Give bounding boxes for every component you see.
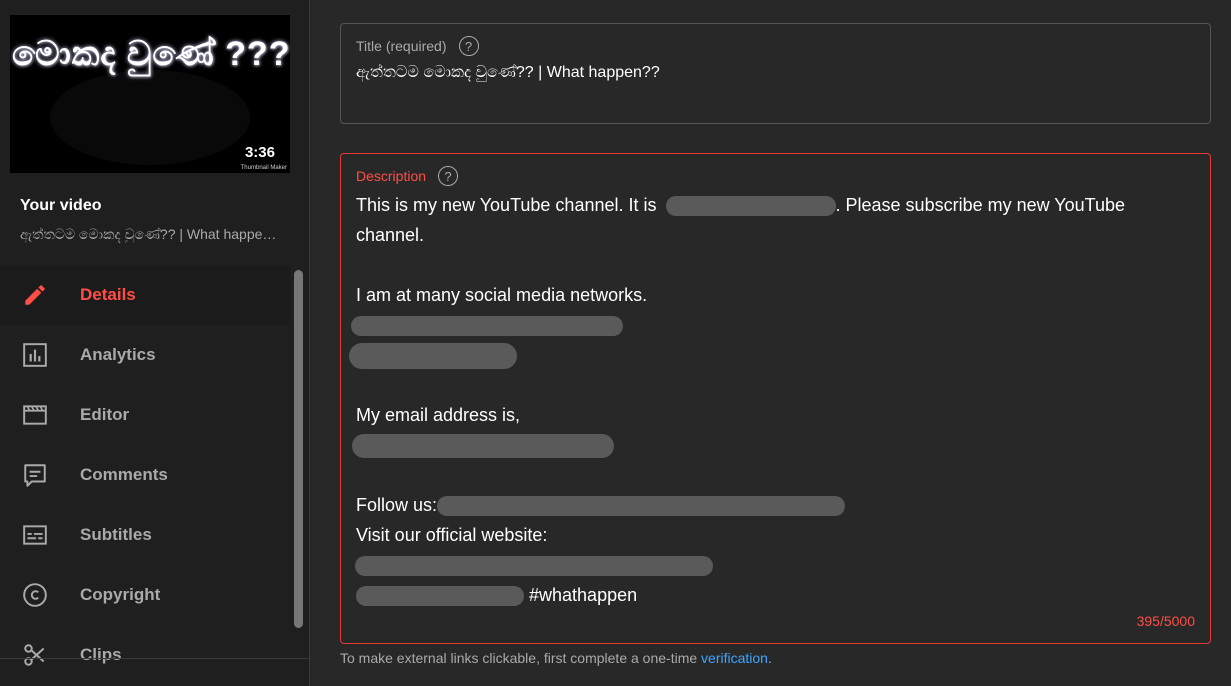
description-blank-line — [356, 460, 1196, 490]
description-line: channel. — [356, 225, 425, 245]
description-line — [349, 340, 1196, 370]
thumbnail-maker-watermark: Thumbnail Maker — [240, 165, 287, 171]
description-text: This is my new YouTube channel. It is — [356, 195, 657, 215]
description-text: Follow us: — [356, 495, 438, 515]
description-line: I am at many social media networks. — [356, 285, 648, 305]
help-icon[interactable]: ? — [438, 166, 459, 186]
description-input[interactable]: This is my new YouTube channel. It is . … — [349, 190, 1196, 610]
description-field[interactable]: Description ? This is my new YouTube cha… — [340, 153, 1211, 644]
redacted-text — [349, 343, 517, 370]
title-label-text: Title (required) — [356, 38, 447, 54]
help-icon[interactable]: ? — [458, 36, 479, 56]
sidebar: මොකද වුණේ ??? 3:36 Thumbnail Maker Your … — [0, 0, 310, 686]
description-text: . Please subscribe my new YouTube — [835, 195, 1126, 215]
your-video-heading: Your video — [20, 197, 102, 214]
sidebar-video-title: ඇත්තටම මොකද වුණේ?? | What happe… — [20, 226, 277, 242]
description-blank-line — [356, 250, 1196, 280]
sidebar-item-label: Analytics — [80, 345, 156, 364]
description-line: Visit our official website: — [356, 525, 548, 545]
description-line: Follow us: — [356, 490, 1196, 520]
redacted-text — [437, 496, 846, 517]
description-line — [352, 430, 1196, 460]
sidebar-item-label: Clips — [80, 645, 122, 664]
sidebar-scrollbar[interactable] — [294, 270, 303, 628]
character-count: 395/5000 — [1136, 613, 1195, 629]
subtitles-icon — [21, 521, 49, 549]
verification-link[interactable]: verification — [701, 650, 768, 666]
description-label-text: Description — [356, 168, 427, 184]
sidebar-item-copyright[interactable]: Copyright — [0, 565, 290, 625]
title-field[interactable]: Title (required) ? ඇත්තටම මොකද වුණේ?? | … — [340, 23, 1211, 124]
description-line — [355, 550, 1196, 580]
analytics-icon — [21, 341, 49, 369]
sidebar-item-analytics[interactable]: Analytics — [0, 325, 290, 385]
sidebar-item-editor[interactable]: Editor — [0, 385, 290, 445]
description-line: #whathappen — [356, 580, 1196, 610]
video-thumbnail[interactable]: මොකද වුණේ ??? 3:36 Thumbnail Maker — [10, 15, 290, 173]
description-line: This is my new YouTube channel. It is . … — [356, 190, 1196, 220]
thumbnail-overlay-text: මොකද වුණේ ??? — [12, 35, 290, 73]
video-duration: 3:36 — [244, 144, 275, 161]
external-links-hint: To make external links clickable, first … — [340, 650, 772, 666]
copyright-icon — [21, 581, 49, 609]
sidebar-item-comments[interactable]: Comments — [0, 445, 290, 505]
sidebar-item-label: Comments — [80, 465, 168, 484]
sidebar-item-label: Details — [80, 285, 136, 304]
pencil-icon — [21, 281, 49, 309]
title-field-label: Title (required) ? — [356, 36, 479, 56]
sidebar-item-clips[interactable]: Clips — [0, 625, 290, 685]
comments-icon — [21, 461, 49, 489]
title-input[interactable]: ඇත්තටම මොකද වුණේ?? | What happen?? — [356, 64, 660, 82]
sidebar-item-label: Copyright — [80, 585, 161, 604]
clips-icon — [21, 641, 49, 669]
hashtag-text: #whathappen — [529, 585, 638, 605]
description-line — [351, 310, 1196, 340]
sidebar-item-subtitles[interactable]: Subtitles — [0, 505, 290, 565]
redacted-text — [665, 196, 836, 217]
editor-icon — [21, 401, 49, 429]
sidebar-nav: Details Analytics Editor Comments Subtit… — [0, 265, 290, 685]
hint-end: . — [767, 650, 772, 666]
redacted-text — [352, 434, 614, 459]
sidebar-item-label: Editor — [80, 405, 130, 424]
sidebar-item-details[interactable]: Details — [0, 265, 290, 325]
redacted-text — [351, 316, 623, 337]
redacted-text — [355, 556, 713, 577]
sidebar-item-label: Subtitles — [80, 525, 152, 544]
description-line: My email address is, — [356, 405, 521, 425]
description-blank-line — [356, 370, 1196, 400]
redacted-text — [356, 586, 524, 607]
description-field-label: Description ? — [356, 166, 459, 186]
sidebar-divider — [0, 658, 309, 659]
hint-text: To make external links clickable, first … — [340, 650, 698, 666]
thumbnail-redacted-area — [50, 70, 250, 165]
